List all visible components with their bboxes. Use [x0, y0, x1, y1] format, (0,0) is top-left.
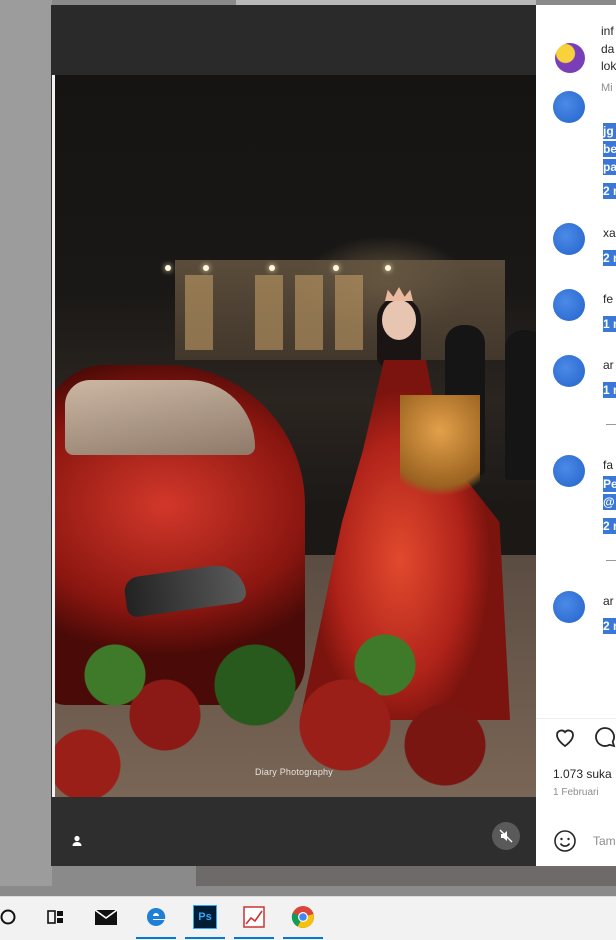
emoji-button[interactable] [553, 829, 577, 853]
actions-divider [536, 718, 616, 719]
building-window [185, 275, 213, 350]
comment-avatar[interactable] [553, 91, 585, 123]
comment-text-highlighted: pa [603, 159, 616, 175]
comment-avatar[interactable] [553, 591, 585, 623]
comment-text-highlighted: jg [603, 123, 616, 139]
comment-text-highlighted: be [603, 141, 616, 157]
lamp [203, 265, 209, 271]
chart-app-icon[interactable] [242, 905, 266, 929]
mail-icon[interactable] [94, 905, 118, 929]
taskbar: Ps [0, 896, 616, 940]
comment-meta: 2 n [603, 518, 616, 534]
heart-icon [556, 729, 574, 748]
comment-username[interactable]: ar [603, 358, 614, 372]
lamp [385, 265, 391, 271]
building-window [295, 275, 323, 350]
comment-button[interactable] [593, 725, 616, 749]
player-top-area [51, 5, 536, 75]
video-frame[interactable]: Diary Photography [52, 75, 538, 797]
video-player[interactable]: Diary Photography [51, 5, 538, 866]
mute-button[interactable] [492, 822, 520, 850]
comment-avatar[interactable] [553, 455, 585, 487]
background-bottom [196, 866, 616, 886]
lamp [165, 265, 171, 271]
comment-meta: 1 n [603, 382, 616, 398]
view-replies-line[interactable] [606, 424, 616, 425]
comment-meta: 1 n [603, 316, 616, 332]
photo-watermark: Diary Photography [255, 767, 333, 777]
post-date: 1 Februari [553, 787, 599, 798]
speaker-muted-icon [499, 829, 513, 843]
bouquet [400, 395, 480, 515]
building-window [255, 275, 283, 350]
car-window [65, 380, 255, 455]
account-name[interactable]: inf [601, 24, 614, 39]
post-sidebar: inf da lok Mi jg be pa 2 n xa 2 n fe 1 n… [536, 5, 616, 866]
cortana-icon[interactable] [0, 905, 20, 929]
background-left [0, 0, 52, 886]
account-avatar[interactable] [555, 43, 585, 73]
comment-username[interactable]: fa [603, 458, 613, 472]
tagged-user-icon[interactable] [70, 834, 84, 848]
background-person [505, 330, 538, 480]
comment-input[interactable]: Tam [593, 834, 616, 848]
photoshop-label: Ps [198, 911, 212, 923]
comment-avatar[interactable] [553, 223, 585, 255]
comment-meta: 2 n [603, 618, 616, 634]
building-window [335, 275, 363, 350]
edge-icon[interactable] [144, 905, 168, 929]
account-line-2: da [601, 42, 615, 56]
like-button[interactable] [553, 725, 577, 749]
account-line-3: lok [601, 59, 616, 73]
face [382, 300, 416, 340]
likes-count[interactable]: 1.073 suka [553, 767, 612, 781]
comment-username[interactable]: ar [603, 594, 614, 608]
smiley-icon [554, 830, 576, 852]
lamp [269, 265, 275, 271]
account-subtitle: Mi [601, 82, 613, 94]
comment-meta: 2 n [603, 183, 616, 199]
comment-username[interactable]: xa [603, 226, 616, 240]
comment-text-highlighted: @ [603, 494, 616, 510]
chrome-icon[interactable] [291, 905, 315, 929]
comment-username[interactable]: fe [603, 292, 613, 306]
comment-meta: 2 n [603, 250, 616, 266]
comment-text-highlighted: Pe [603, 476, 616, 492]
comment-avatar[interactable] [553, 355, 585, 387]
photoshop-icon[interactable]: Ps [193, 905, 217, 929]
comment-avatar[interactable] [553, 289, 585, 321]
comment-icon [595, 727, 616, 748]
lamp [333, 265, 339, 271]
task-view-icon[interactable] [44, 905, 68, 929]
view-replies-line[interactable] [606, 560, 616, 561]
